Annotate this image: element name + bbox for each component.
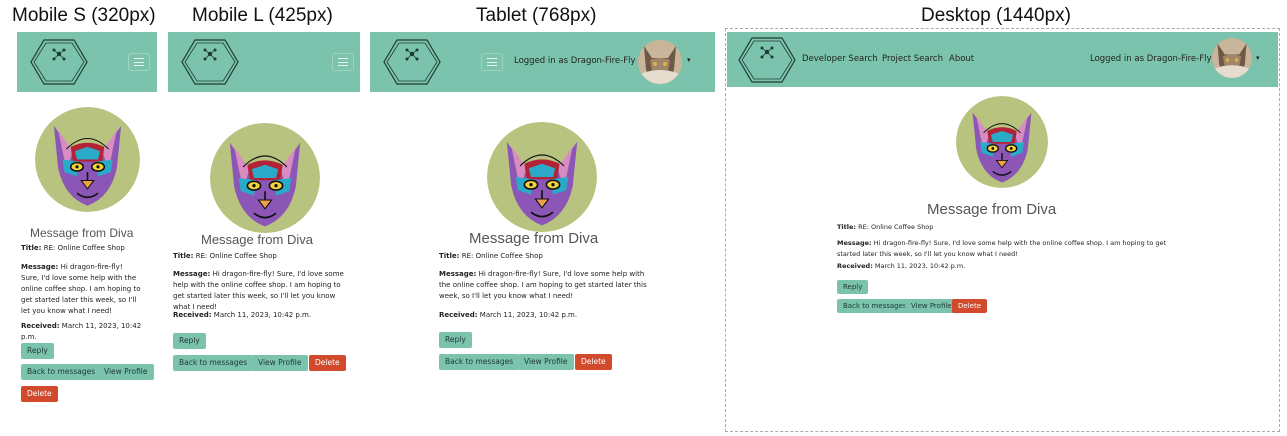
- hamburger-icon[interactable]: [128, 53, 150, 71]
- message-heading: Message from Diva: [30, 226, 134, 240]
- mobile-l-panel: Message from Diva Title: RE: Online Coff…: [168, 32, 360, 412]
- nav-project-search[interactable]: Project Search: [882, 54, 943, 64]
- title-label: Title:: [173, 252, 194, 260]
- received-value: March 11, 2023, 10:42 p.m.: [213, 311, 312, 319]
- mobile-l-label: Mobile L (425px): [192, 5, 333, 26]
- navbar: [168, 32, 360, 92]
- reply-button[interactable]: Reply: [439, 332, 472, 348]
- nav-about[interactable]: About: [949, 54, 974, 64]
- message-value: Hi dragon-fire-fly! Sure, I'd love some …: [837, 239, 1167, 258]
- view-profile-button[interactable]: View Profile: [98, 364, 154, 380]
- mobile-s-panel: Message from Diva Title: RE: Online Coff…: [17, 32, 157, 412]
- hamburger-icon[interactable]: [332, 53, 354, 71]
- tablet-label: Tablet (768px): [476, 5, 597, 26]
- message-field: Message: Hi dragon-fire-fly! Sure, I'd l…: [173, 269, 345, 313]
- title-label: Title:: [21, 244, 42, 252]
- cat-avatar: [956, 96, 1048, 188]
- message-field: Message: Hi dragon-fire-fly! Sure, I'd l…: [439, 269, 649, 302]
- back-to-messages-button[interactable]: Back to messages: [173, 355, 254, 371]
- nav-developer-search[interactable]: Developer Search: [802, 54, 878, 64]
- view-profile-button[interactable]: View Profile: [252, 355, 308, 371]
- back-to-messages-button[interactable]: Back to messages: [837, 299, 913, 313]
- title-label: Title:: [837, 223, 857, 231]
- delete-button[interactable]: Delete: [575, 354, 612, 370]
- delete-button[interactable]: Delete: [309, 355, 346, 371]
- reply-button[interactable]: Reply: [21, 343, 54, 359]
- title-field: Title: RE: Online Coffee Shop: [21, 243, 153, 254]
- message-heading: Message from Diva: [927, 201, 1057, 218]
- tablet-panel: Logged in as Dragon-Fire-Fly ▾ Message f…: [370, 32, 715, 412]
- hexagon-network-logo[interactable]: [382, 38, 442, 86]
- delete-button[interactable]: Delete: [952, 299, 987, 313]
- hexagon-network-logo[interactable]: [737, 36, 797, 84]
- message-label: Message:: [173, 270, 211, 278]
- reply-button[interactable]: Reply: [173, 333, 206, 349]
- chevron-down-icon[interactable]: ▾: [1256, 54, 1260, 62]
- received-field: Received: March 11, 2023, 10:42 p.m.: [439, 310, 709, 321]
- received-field: Received: March 11, 2023, 10:42 p.m.: [21, 321, 155, 343]
- hexagon-network-logo[interactable]: [29, 38, 89, 86]
- logged-in-text: Logged in as Dragon-Fire-Fly: [514, 56, 636, 66]
- navbar: [17, 32, 157, 92]
- delete-button[interactable]: Delete: [21, 386, 58, 402]
- received-label: Received:: [439, 311, 478, 319]
- message-label: Message:: [837, 239, 872, 247]
- logged-in-text: Logged in as Dragon-Fire-Fly: [1090, 54, 1212, 64]
- user-avatar[interactable]: [638, 40, 682, 84]
- hamburger-icon[interactable]: [481, 53, 503, 71]
- message-heading: Message from Diva: [469, 230, 599, 247]
- hexagon-network-logo[interactable]: [180, 38, 240, 86]
- view-profile-button[interactable]: View Profile: [518, 354, 574, 370]
- message-label: Message:: [21, 263, 59, 271]
- received-label: Received:: [173, 311, 212, 319]
- title-value: RE: Online Coffee Shop: [43, 244, 125, 252]
- received-label: Received:: [21, 322, 60, 330]
- received-value: March 11, 2023, 10:42 p.m.: [479, 311, 578, 319]
- desktop-label: Desktop (1440px): [921, 5, 1071, 26]
- mobile-s-label: Mobile S (320px): [12, 5, 156, 26]
- message-field: Message: Hi dragon-fire-fly! Sure, I'd l…: [21, 262, 141, 317]
- back-to-messages-button[interactable]: Back to messages: [21, 364, 102, 380]
- message-heading: Message from Diva: [201, 232, 313, 247]
- cat-avatar: [210, 123, 320, 233]
- title-field: Title: RE: Online Coffee Shop: [837, 222, 1257, 233]
- message-field: Message: Hi dragon-fire-fly! Sure, I'd l…: [837, 238, 1177, 260]
- back-to-messages-button[interactable]: Back to messages: [439, 354, 520, 370]
- reply-button[interactable]: Reply: [837, 280, 869, 294]
- title-value: RE: Online Coffee Shop: [461, 252, 543, 260]
- received-label: Received:: [837, 262, 873, 270]
- navbar: Developer Search Project Search About Lo…: [727, 32, 1278, 87]
- chevron-down-icon[interactable]: ▾: [687, 56, 691, 64]
- desktop-panel: Developer Search Project Search About Lo…: [725, 28, 1280, 432]
- view-profile-button[interactable]: View Profile: [905, 299, 958, 313]
- navbar: Logged in as Dragon-Fire-Fly ▾: [370, 32, 715, 92]
- title-value: RE: Online Coffee Shop: [195, 252, 277, 260]
- title-label: Title:: [439, 252, 460, 260]
- message-label: Message:: [439, 270, 477, 278]
- cat-avatar: [487, 122, 597, 232]
- received-field: Received: March 11, 2023, 10:42 p.m.: [837, 261, 1257, 272]
- user-avatar[interactable]: [1212, 38, 1252, 78]
- title-field: Title: RE: Online Coffee Shop: [173, 251, 358, 262]
- received-value: March 11, 2023, 10:42 p.m.: [874, 262, 966, 270]
- cat-avatar: [35, 107, 140, 212]
- title-field: Title: RE: Online Coffee Shop: [439, 251, 709, 262]
- received-field: Received: March 11, 2023, 10:42 p.m.: [173, 310, 358, 321]
- title-value: RE: Online Coffee Shop: [858, 223, 934, 231]
